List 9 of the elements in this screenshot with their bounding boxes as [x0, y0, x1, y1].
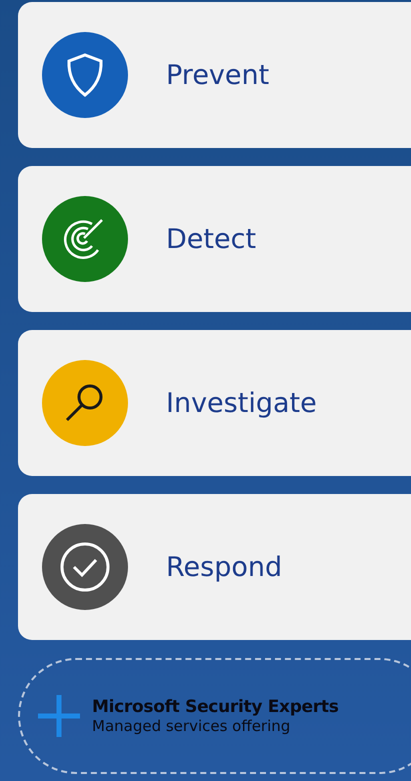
- addon-title: Microsoft Security Experts: [92, 697, 339, 717]
- plus-icon: [36, 693, 82, 739]
- step-label: Detect: [166, 224, 256, 254]
- step-label: Respond: [166, 552, 282, 582]
- step-label: Prevent: [166, 60, 270, 90]
- shield-icon: [65, 52, 105, 98]
- checkmark-icon: [59, 541, 111, 593]
- step-label: Investigate: [166, 388, 317, 418]
- addon-subtitle: Managed services offering: [92, 717, 292, 735]
